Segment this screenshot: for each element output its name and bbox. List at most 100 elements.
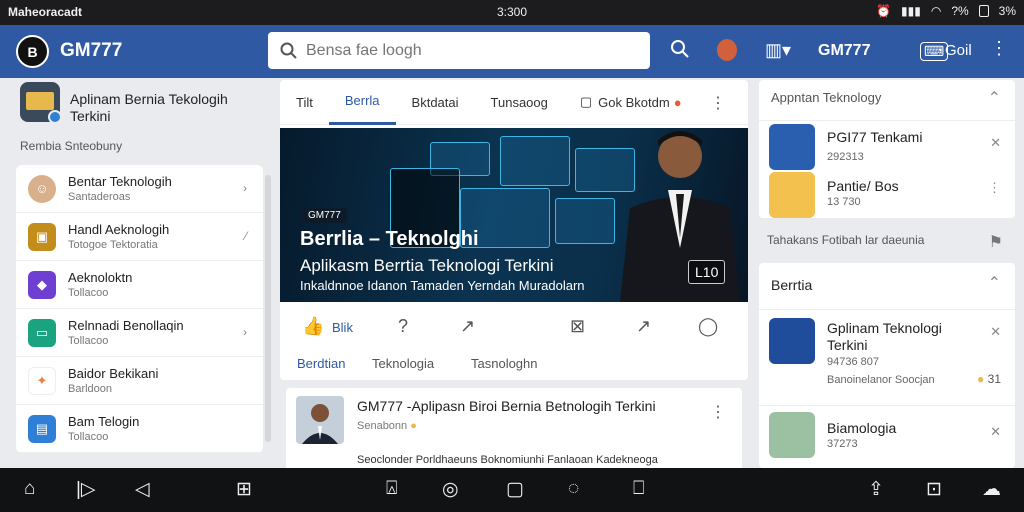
chat-icon[interactable]: ⌨: [920, 42, 949, 61]
more-vert-icon[interactable]: ⋮: [710, 93, 726, 113]
app-title: PGI77 Tenkami: [827, 129, 923, 145]
document-icon: [769, 318, 815, 364]
battery-text: 3%: [998, 4, 1016, 18]
list-item[interactable]: ▣ Handl Aeknologih Totogoe Tektoratia ⁄: [16, 213, 263, 261]
folder-icon: ▣: [28, 222, 56, 251]
hero-subtitle: Aplikasm Berrtia Teknologi Terkini: [300, 256, 554, 275]
emoji-icon: ●: [977, 372, 985, 386]
list-item[interactable]: ▭ Relnnadi Benollaqin Tollacoo ›: [16, 309, 263, 357]
close-icon[interactable]: ✕: [990, 424, 1001, 440]
news-card: Berrtia ⌃ Gplinam Teknologi Terkini 9473…: [759, 263, 1015, 468]
share-icon[interactable]: ⇪: [868, 478, 884, 501]
list-item[interactable]: ✦ Baidor Bekikani Barldoon: [16, 357, 263, 405]
close-icon[interactable]: ✕: [990, 324, 1001, 340]
tab-bktdatai[interactable]: Bktdatai: [396, 80, 475, 125]
search-input[interactable]: [306, 41, 626, 60]
book-icon[interactable]: ⎕: [633, 478, 644, 500]
list-item[interactable]: ☺ Bentar Teknologih Santaderoas ›: [16, 165, 263, 213]
subtab-berdtian[interactable]: Berdtian: [297, 356, 345, 371]
presenter-image: [620, 131, 740, 302]
hero-banner[interactable]: GM777 Berrlia – Teknolghi Aplikasm Berrt…: [280, 128, 748, 302]
apps-card: Appntan Teknology ⌃ PGI77 Tenkami 292313…: [759, 80, 1015, 218]
right-panel: Appntan Teknology ⌃ PGI77 Tenkami 292313…: [759, 80, 1015, 468]
grid-menu-icon[interactable]: ▥▾: [765, 40, 791, 61]
trend-label: Tahakans Fotibah lar daeunia: [767, 233, 925, 247]
chat-icon[interactable]: ◌: [568, 478, 579, 500]
post-author-name: Senabonn: [357, 420, 408, 432]
reaction-count-value: 31: [987, 372, 1001, 386]
home-icon[interactable]: ⌂: [24, 478, 35, 500]
account-name[interactable]: GM777: [818, 42, 870, 60]
bookmark-icon[interactable]: ⍓: [386, 478, 397, 500]
news-thumbnail: [769, 412, 815, 458]
more-vert-icon[interactable]: ⋮: [988, 180, 1001, 196]
post-avatar: [296, 396, 344, 444]
comment-icon[interactable]: ?: [398, 316, 408, 337]
chevron-up-icon[interactable]: ⌃: [988, 273, 1001, 293]
profile-header[interactable]: Aplinam Bernia Tekologih Terkini: [20, 82, 263, 125]
item-sub: Tollacoo: [68, 431, 109, 443]
account-label[interactable]: Goil: [945, 42, 972, 59]
tab-berita[interactable]: Berrla: [328, 80, 396, 125]
left-panel: Aplinam Bernia Tekologih Terkini Rembia …: [16, 80, 263, 468]
wifi-icon: ◠: [930, 4, 942, 18]
save-icon[interactable]: ⊠: [570, 316, 585, 337]
app-icon: [769, 172, 815, 218]
list-item[interactable]: ◆ Aeknoloktn Tollacoo: [16, 261, 263, 309]
subtab-teknologia[interactable]: Teknologia: [372, 356, 434, 371]
search-box[interactable]: [268, 32, 650, 69]
scrollbar[interactable]: [265, 175, 271, 442]
app-item[interactable]: PGI77 Tenkami 292313 ✕: [759, 120, 1015, 172]
tab-bar: Tilt Berrla Bktdatai Tunsaoog ▢ Gok Bkotd…: [280, 80, 748, 125]
search-icon: [280, 42, 297, 59]
tab-tunsaoog[interactable]: Tunsaoog: [475, 80, 564, 125]
news-card-heading: Berrtia: [771, 277, 813, 293]
tabs-icon[interactable]: ▢: [506, 478, 524, 501]
like-label[interactable]: Blik: [332, 320, 353, 335]
browser-icon[interactable]: ◎: [442, 478, 459, 501]
close-icon[interactable]: ✕: [990, 135, 1001, 151]
app-bar: B GM777 ▥▾ GM777 ⌨ Goil ⋮: [0, 25, 1024, 78]
back-icon[interactable]: ◁: [135, 478, 150, 501]
user-avatar[interactable]: [717, 39, 737, 61]
window-icon[interactable]: ⊞: [236, 478, 252, 501]
camera-icon[interactable]: ⊡: [926, 478, 942, 501]
emoji-icon: ●: [410, 420, 417, 432]
profile-avatar: [20, 82, 62, 124]
alarm-icon: ⏰: [876, 4, 892, 18]
post-card[interactable]: GM777 -Aplipasn Biroi Bernia Betnologih …: [286, 388, 742, 472]
forward-icon[interactable]: ↗: [636, 316, 651, 337]
cloud-icon[interactable]: ☁: [982, 478, 1001, 501]
tab-all[interactable]: Tilt: [280, 80, 329, 125]
chevron-right-icon: ›: [243, 181, 247, 195]
sidebar-toggle-icon[interactable]: |▷: [76, 478, 96, 501]
tab-gok-label: Gok Bkotdm: [598, 94, 670, 110]
signal-icon: ▮▮▮: [901, 4, 921, 18]
news-item[interactable]: Biamologia 37273 ✕: [759, 405, 1015, 461]
app-brand: GM777: [60, 40, 123, 61]
share-icon[interactable]: ↗: [460, 316, 475, 337]
post-title: GM777 -Aplipasn Biroi Bernia Betnologih …: [357, 398, 656, 414]
news-item[interactable]: Gplinam Teknologi Terkini 94736 807 Bano…: [759, 309, 1015, 405]
duration-badge: L10: [688, 260, 726, 284]
search-icon-button[interactable]: [670, 39, 690, 64]
profile-icon[interactable]: ◯: [698, 316, 718, 337]
more-vert-icon[interactable]: ⋮: [990, 38, 1008, 59]
flag-icon[interactable]: ⚑: [989, 232, 1003, 252]
app-logo[interactable]: B: [16, 35, 49, 68]
item-sub: Tollacoo: [68, 335, 109, 347]
wifi-text: ?%: [951, 4, 969, 18]
chevron-up-icon[interactable]: ⌃: [988, 88, 1001, 108]
item-sub: Barldoon: [68, 383, 113, 395]
tab-gok[interactable]: ▢ Gok Bkotdm ●: [564, 80, 698, 125]
edit-icon: ⁄: [244, 229, 247, 243]
more-vert-icon[interactable]: ⋮: [710, 402, 726, 422]
wallet-icon: ▭: [28, 318, 56, 347]
item-sub: Tollacoo: [68, 287, 109, 299]
keyboard-icon: ▤: [28, 414, 56, 443]
bottom-nav-bar: ⌂ |▷ ◁ ⊞ ⍓ ◎ ▢ ◌ ⎕ ⇪ ⊡ ☁: [0, 468, 1024, 512]
list-item[interactable]: ▤ Bam Telogin Tollacoo: [16, 405, 263, 453]
like-icon[interactable]: 👍: [302, 316, 324, 337]
app-item[interactable]: Pantie/ Bos 13 730 ⋮: [759, 172, 1015, 224]
subtab-tasnologhn[interactable]: Tasnologhn: [471, 356, 538, 371]
